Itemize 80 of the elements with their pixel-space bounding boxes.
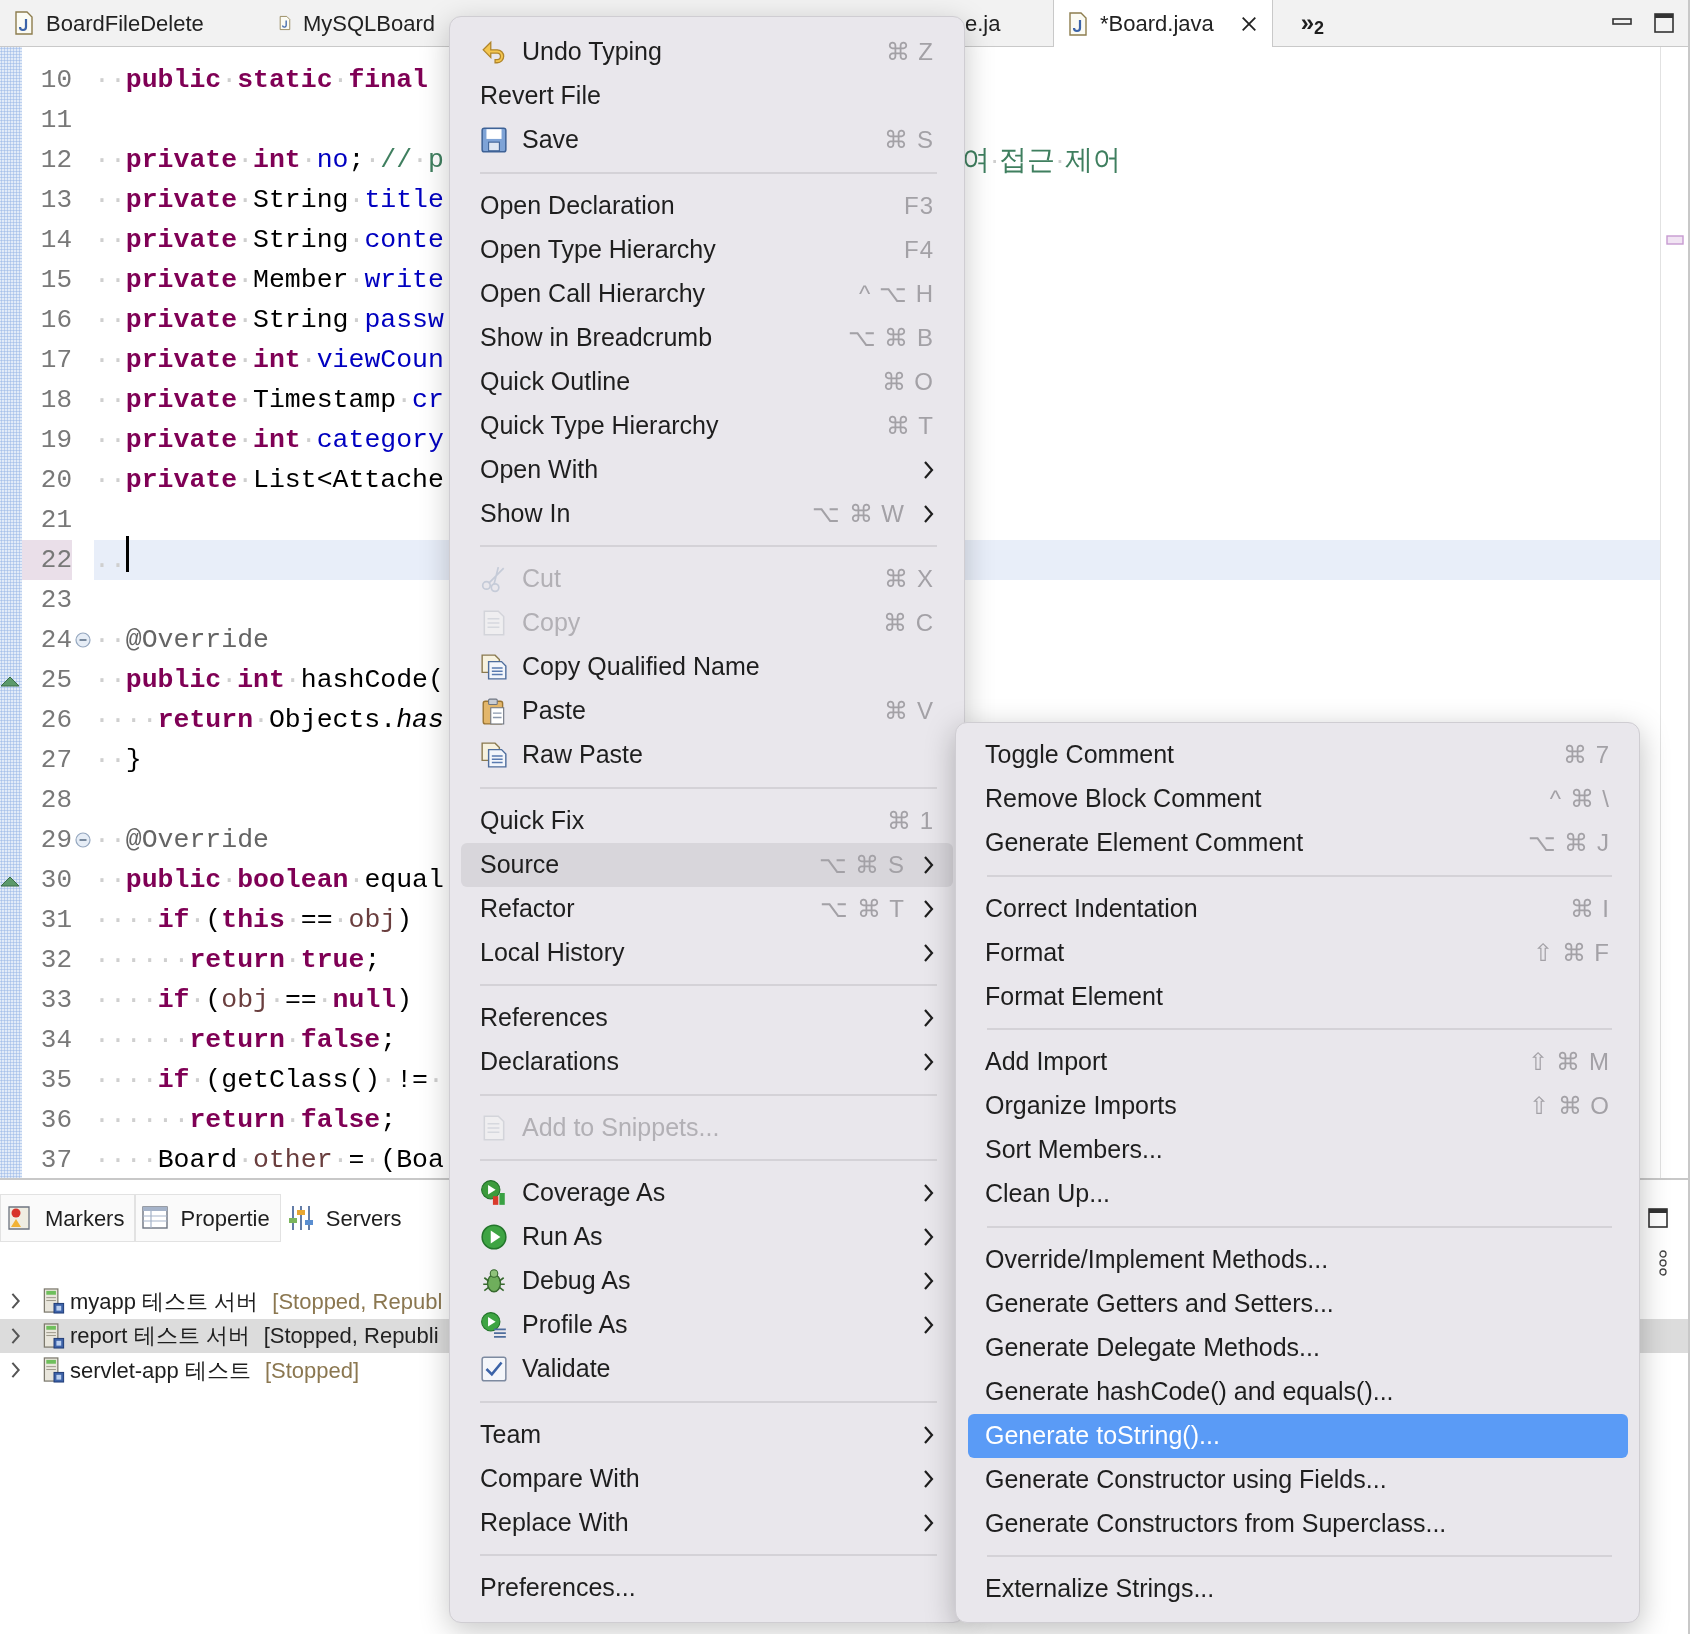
code-line: ··public·int·hashCode( — [94, 664, 444, 697]
code-line: ··private·int·no;·//·p — [94, 144, 444, 177]
server-status: [Stopped] — [264, 1356, 360, 1385]
code-line: ····if·(obj·==·null) — [94, 984, 413, 1017]
line-number: 11 — [39, 104, 72, 137]
shortcut-label: ⌘ S — [884, 125, 934, 155]
code-line: ··@Override — [94, 824, 269, 857]
code-line: ··private·String·conte — [94, 224, 444, 257]
line-number: 27 — [39, 744, 72, 777]
line-number: 21 — [39, 504, 72, 537]
code-line: ··private·String·title — [94, 184, 444, 217]
line-number: 29 — [39, 824, 72, 857]
shortcut-label: ⌘ O — [881, 366, 934, 397]
line-number: 14 — [39, 224, 72, 257]
line-number: 33 — [39, 984, 72, 1017]
line-number: 12 — [39, 144, 72, 177]
code-line: ······return·false; — [94, 1024, 397, 1057]
shortcut-label: ⌥ ⌘ B — [847, 322, 934, 353]
code-line: ·· — [94, 535, 129, 585]
shortcut-label: F3 — [904, 190, 934, 221]
code-line: ······return·true; — [94, 944, 381, 977]
line-number: 16 — [39, 304, 72, 337]
shortcut-label: ^ ⌘ \ — [1549, 784, 1610, 814]
code-line: ··public·static·final — [94, 64, 428, 97]
line-number: 32 — [39, 944, 72, 977]
code-line: ··private·Member·write — [94, 264, 444, 297]
shortcut-label: ⌘ X — [884, 564, 934, 594]
line-number: 13 — [39, 184, 72, 217]
server-name: report 테스트 서버 — [70, 1322, 250, 1351]
shortcut-label: ⌥ ⌘ J — [1527, 828, 1610, 858]
shortcut-label: F4 — [904, 234, 934, 265]
code-line: ····if·(getClass()·!=· — [94, 1064, 444, 1097]
code-line: ··private·List<Attache — [94, 464, 444, 497]
shortcut-label: ⌘ I — [1569, 893, 1610, 924]
line-number: 30 — [39, 864, 72, 897]
server-name: servlet-app 테스트 — [70, 1356, 251, 1385]
server-status: [Stopped, Republ — [272, 1287, 443, 1316]
shortcut-label: ⌘ V — [884, 696, 934, 726]
server-status: [Stopped, Republi — [263, 1322, 439, 1351]
line-number: 24 — [39, 624, 72, 657]
shortcut-label: ⇧ ⌘ F — [1533, 937, 1610, 968]
shortcut-label: ⌘ Z — [885, 37, 934, 67]
code-line: ··public·boolean·equal — [94, 864, 444, 897]
line-number: 17 — [39, 344, 72, 377]
line-number: 28 — [39, 784, 72, 817]
line-number: 10 — [39, 64, 72, 97]
line-number: 35 — [39, 1064, 72, 1097]
shortcut-label: ⌘ T — [886, 410, 934, 441]
shortcut-label: ⌥ ⌘ W — [812, 498, 905, 529]
code-line: ······return·false; — [94, 1104, 397, 1137]
shortcut-label: ⌘ 1 — [887, 805, 934, 836]
line-number: 37 — [39, 1144, 72, 1177]
line-number: 34 — [39, 1024, 72, 1057]
line-number: 31 — [39, 904, 72, 937]
shortcut-label: ⌘ C — [883, 608, 934, 638]
line-number: 20 — [39, 464, 72, 497]
shortcut-label: ⌥ ⌘ T — [820, 893, 905, 924]
code-line: ····if·(this·==·obj) — [94, 904, 413, 937]
line-number: 19 — [39, 424, 72, 457]
line-number: 22 — [22, 540, 72, 580]
line-number: 36 — [39, 1104, 72, 1137]
line-number: 18 — [39, 384, 72, 417]
shortcut-label: ⇧ ⌘ O — [1529, 1091, 1610, 1121]
shortcut-label: ⌘ 7 — [1563, 740, 1610, 770]
line-number: 25 — [39, 664, 72, 697]
shortcut-label: ^ ⌥ H — [859, 278, 934, 309]
code-line: ····Board·other·=·(Boa — [94, 1144, 444, 1177]
shortcut-label: ⇧ ⌘ M — [1527, 1047, 1610, 1077]
code-line: ··@Override — [94, 624, 269, 657]
line-number: 15 — [39, 264, 72, 297]
code-line: ··private·Timestamp·cr — [94, 384, 444, 417]
code-comment: 여·접근·제어 — [962, 143, 1121, 177]
line-number: 23 — [39, 584, 72, 617]
code-line: ····return·Objects.has — [94, 704, 444, 737]
code-line: ··private·String·passw — [94, 304, 444, 337]
line-number: 26 — [39, 704, 72, 737]
code-line: ··private·int·viewCoun — [94, 344, 444, 377]
server-name: myapp 테스트 서버 — [70, 1287, 259, 1316]
code-line: ··} — [94, 744, 142, 777]
code-line: ··private·int·category — [94, 424, 444, 457]
